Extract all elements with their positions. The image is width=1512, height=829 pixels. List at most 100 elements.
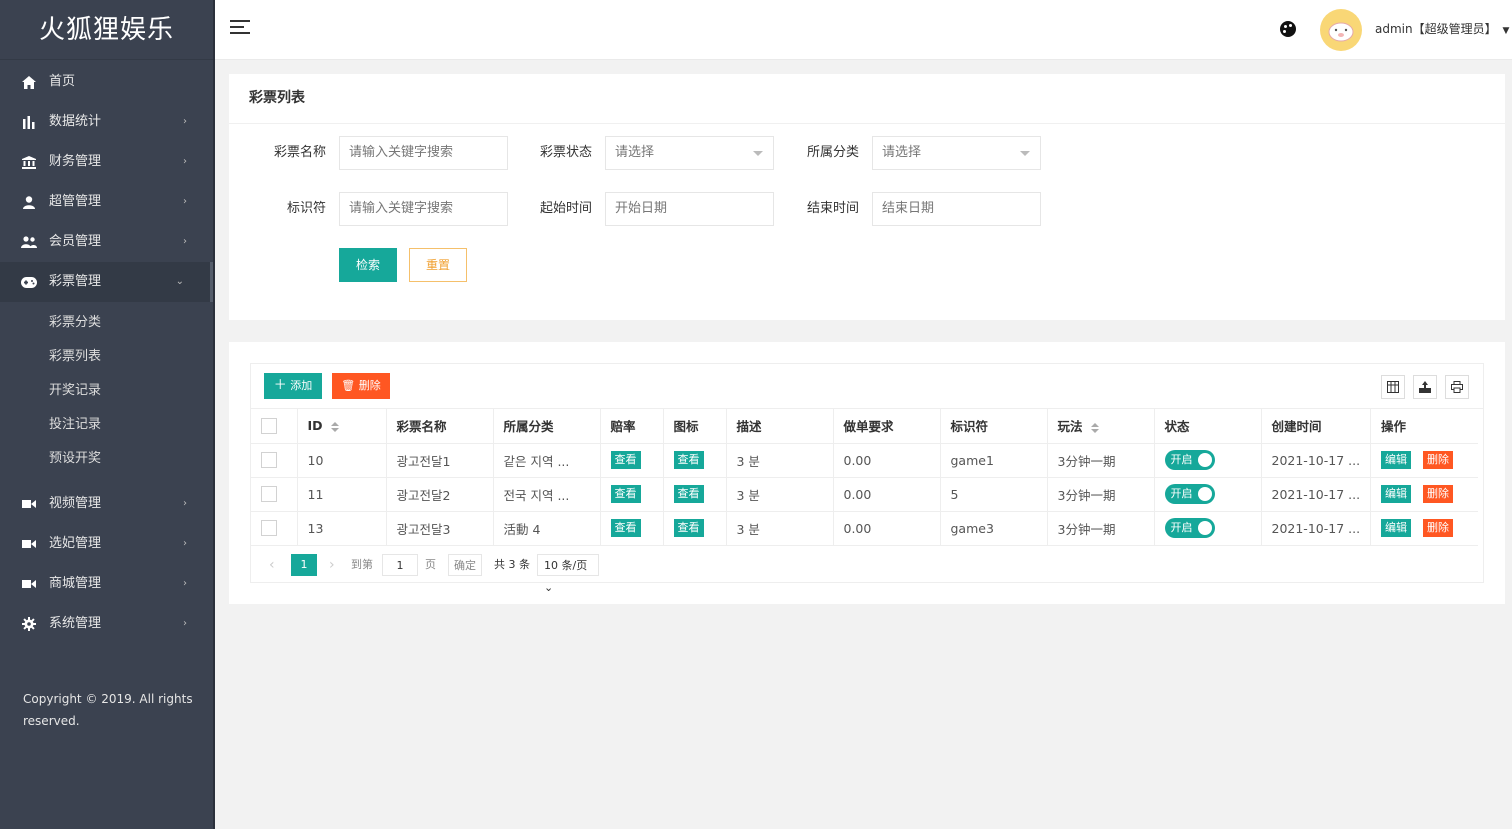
menu-toggle-icon[interactable]: [230, 20, 250, 40]
chevron-right-icon: ›: [183, 578, 187, 589]
category-select[interactable]: 请选择: [872, 136, 1041, 170]
column-header: 标识符: [940, 409, 1048, 444]
status-toggle[interactable]: 开启: [1164, 450, 1215, 470]
start-date-label: 起始时间: [539, 201, 592, 216]
page-title: 彩票列表: [229, 74, 1505, 124]
page-label: 页: [425, 558, 436, 571]
sidebar-item-admin[interactable]: 超管管理 ›: [0, 182, 213, 222]
end-date-input[interactable]: 结束日期: [872, 192, 1041, 226]
view-odds-button[interactable]: 查看: [610, 485, 641, 503]
play-cell: 3分钟一期: [1047, 443, 1155, 478]
prev-page-icon[interactable]: ‹: [269, 554, 275, 576]
data-table-wrapper: ＋ 添加 🗑 删除 ID 彩票名称 所属分类 赔率 图标 描述 做单要求 标识符…: [250, 363, 1484, 594]
goto-page-input[interactable]: 1: [382, 554, 418, 576]
requirement-cell: 0.00: [833, 477, 941, 512]
status-toggle[interactable]: 开启: [1164, 518, 1215, 538]
columns-filter-icon[interactable]: [1381, 375, 1405, 399]
view-icon-button[interactable]: 查看: [673, 451, 704, 469]
id-cell: 13: [297, 511, 387, 546]
sidebar-subitem-preset-draw[interactable]: 预设开奖: [0, 442, 213, 476]
icon-cell: 查看: [663, 511, 727, 546]
desc-cell: 3 분: [726, 477, 834, 512]
created-cell: 2021-10-17 ...: [1261, 511, 1372, 546]
trash-icon: 🗑: [341, 379, 356, 392]
sidebar-subitem-draw-records[interactable]: 开奖记录: [0, 374, 213, 408]
lottery-status-select[interactable]: 请选择: [605, 136, 774, 170]
name-cell: 광고전달2: [386, 477, 494, 512]
row-checkbox[interactable]: [261, 452, 277, 469]
row-checkbox[interactable]: [261, 520, 277, 537]
start-date-input[interactable]: 开始日期: [605, 192, 774, 226]
sidebar-subitem-lottery-list[interactable]: 彩票列表: [0, 340, 213, 374]
sidebar-item-finance[interactable]: 财务管理 ›: [0, 142, 213, 182]
table-row: 11 광고전달2 전국 지역 ... 查看 查看 3 분 0.00 5 3分钟一期 开启 2021-…: [251, 477, 1478, 512]
user-menu[interactable]: admin【超级管理员】 ▼: [1375, 20, 1509, 37]
sort-icon[interactable]: [1090, 422, 1099, 433]
id-cell: 11: [297, 477, 387, 512]
column-header: 赔率: [600, 409, 664, 444]
identifier-input[interactable]: 请输入关键字搜索: [339, 192, 508, 226]
chevron-right-icon: ›: [183, 156, 187, 167]
sidebar-item-shop[interactable]: 商城管理 ›: [0, 564, 213, 604]
next-page-icon[interactable]: ›: [329, 554, 335, 576]
goto-label: 到第: [351, 558, 373, 571]
view-icon-button[interactable]: 查看: [673, 519, 704, 537]
app-logo: 火狐狸娱乐: [0, 0, 213, 60]
identifier-label: 标识符: [286, 201, 326, 216]
column-header: 做单要求: [833, 409, 941, 444]
sidebar-item-system[interactable]: 系统管理 ›: [0, 604, 213, 644]
sidebar-item-lottery[interactable]: 彩票管理 ⌄: [0, 262, 213, 302]
play-cell: 3分钟一期: [1047, 477, 1155, 512]
delete-button[interactable]: 删除: [1423, 451, 1454, 469]
edit-button[interactable]: 编辑: [1381, 451, 1412, 469]
column-header: 所属分类: [493, 409, 601, 444]
sidebar-subitem-bet-records[interactable]: 投注记录: [0, 408, 213, 442]
edit-button[interactable]: 编辑: [1381, 519, 1412, 537]
batch-delete-button[interactable]: 🗑 删除: [332, 373, 390, 399]
sort-icon[interactable]: [330, 421, 339, 432]
export-icon[interactable]: [1413, 375, 1437, 399]
column-header[interactable]: 玩法: [1047, 409, 1155, 444]
view-odds-button[interactable]: 查看: [610, 451, 641, 469]
chevron-right-icon: ›: [183, 618, 187, 629]
add-button[interactable]: ＋ 添加: [264, 373, 322, 399]
video-icon: [21, 524, 37, 564]
icon-cell: 查看: [663, 443, 727, 478]
print-icon[interactable]: [1445, 375, 1469, 399]
page-size-select[interactable]: 10 条/页 ⌄: [537, 554, 599, 594]
sidebar-item-video[interactable]: 视频管理 ›: [0, 484, 213, 524]
play-cell: 3分钟一期: [1047, 511, 1155, 546]
view-odds-button[interactable]: 查看: [610, 519, 641, 537]
sidebar-item-home[interactable]: 首页: [0, 62, 213, 102]
goto-confirm-button[interactable]: 确定: [448, 554, 482, 576]
search-button[interactable]: 检索: [339, 248, 397, 282]
sidebar-item-concubine[interactable]: 选妃管理 ›: [0, 524, 213, 564]
reset-button[interactable]: 重置: [409, 248, 467, 282]
delete-button[interactable]: 删除: [1423, 485, 1454, 503]
sidebar-item-statistics[interactable]: 数据统计 ›: [0, 102, 213, 142]
sidebar-item-members[interactable]: 会员管理 ›: [0, 222, 213, 262]
avatar[interactable]: [1320, 9, 1362, 51]
theme-palette-icon[interactable]: [1280, 21, 1296, 37]
select-all-checkbox[interactable]: [261, 418, 277, 434]
select-all-cell: [251, 409, 298, 444]
actions-cell: 编辑 删除: [1370, 477, 1478, 512]
sidebar-subitem-lottery-category[interactable]: 彩票分类: [0, 306, 213, 340]
desc-cell: 3 분: [726, 443, 834, 478]
status-toggle[interactable]: 开启: [1164, 484, 1215, 504]
name-cell: 광고전달1: [386, 443, 494, 478]
table-row: 10 광고전달1 같은 지역 ... 查看 查看 3 분 0.00 game1 3分钟一期 开启 2…: [251, 443, 1478, 478]
delete-button[interactable]: 删除: [1423, 519, 1454, 537]
created-cell: 2021-10-17 ...: [1261, 443, 1372, 478]
table-toolbar: ＋ 添加 🗑 删除: [251, 364, 1483, 409]
column-header[interactable]: ID: [297, 409, 387, 444]
edit-button[interactable]: 编辑: [1381, 485, 1412, 503]
lottery-name-label: 彩票名称: [273, 145, 326, 160]
page-number-current[interactable]: 1: [291, 554, 317, 576]
column-header: 彩票名称: [386, 409, 494, 444]
view-icon-button[interactable]: 查看: [673, 485, 704, 503]
requirement-cell: 0.00: [833, 511, 941, 546]
row-checkbox[interactable]: [261, 486, 277, 503]
odds-cell: 查看: [600, 443, 664, 478]
lottery-name-input[interactable]: 请输入关键字搜索: [339, 136, 508, 170]
